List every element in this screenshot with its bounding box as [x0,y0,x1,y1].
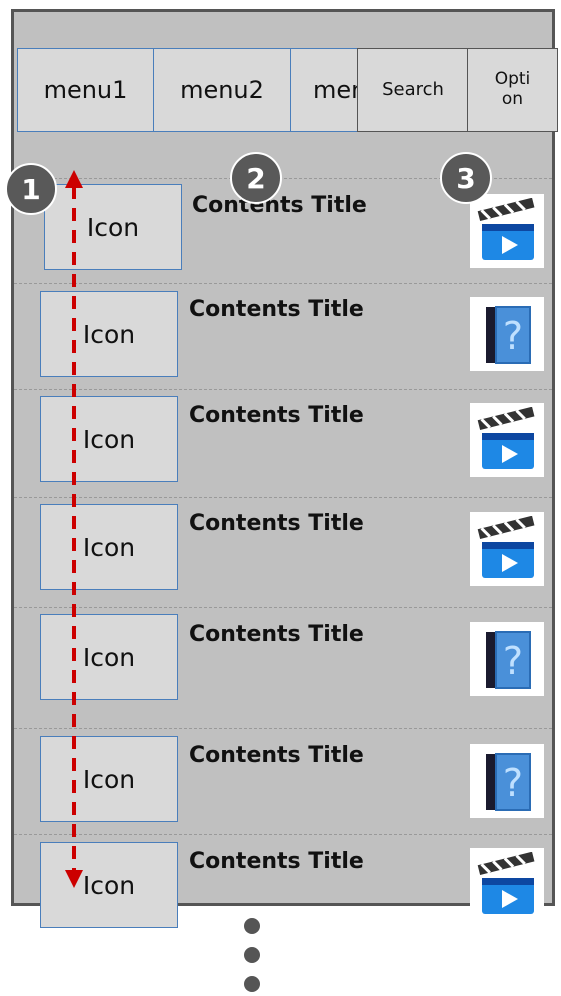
tab-menu1[interactable]: menu1 [17,48,154,132]
scroll-arrow-down-icon [65,870,83,888]
search-button[interactable]: Search [357,48,469,132]
row-separator [14,834,552,835]
more-dot-3 [244,976,260,992]
scroll-indicator-arrow [65,170,83,888]
annotation-badge-2: 2 [230,152,282,204]
help-book-icon[interactable]: ? [470,744,544,818]
clapperboard-icon[interactable] [470,194,544,268]
help-book-icon[interactable]: ? [470,297,544,371]
scroll-arrow-up-icon [65,170,83,188]
help-book-icon[interactable]: ? [470,622,544,696]
tab-menu2[interactable]: menu2 [153,48,291,132]
clapperboard-icon[interactable] [470,403,544,477]
content-title-2[interactable]: Contents Title [189,297,364,322]
option-button[interactable]: Opti on [467,48,558,132]
clapperboard-icon[interactable] [470,848,544,922]
content-title-3[interactable]: Contents Title [189,403,364,428]
content-title-4[interactable]: Contents Title [189,511,364,536]
more-dot-2 [244,947,260,963]
more-dot-1 [244,918,260,934]
content-title-5[interactable]: Contents Title [189,622,364,647]
content-title-6[interactable]: Contents Title [189,743,364,768]
content-title-1[interactable]: Contents Title [192,193,367,218]
svg-text:?: ? [503,761,523,805]
tab-menu3[interactable]: menu3 [290,48,360,132]
row-separator [14,283,552,284]
svg-text:?: ? [503,639,523,683]
row-separator [14,607,552,608]
svg-text:?: ? [503,314,523,358]
annotation-badge-3: 3 [440,152,492,204]
clapperboard-icon[interactable] [470,512,544,586]
content-title-7[interactable]: Contents Title [189,849,364,874]
row-separator [14,497,552,498]
row-separator [14,389,552,390]
annotation-badge-1: 1 [5,163,57,215]
row-separator [14,728,552,729]
